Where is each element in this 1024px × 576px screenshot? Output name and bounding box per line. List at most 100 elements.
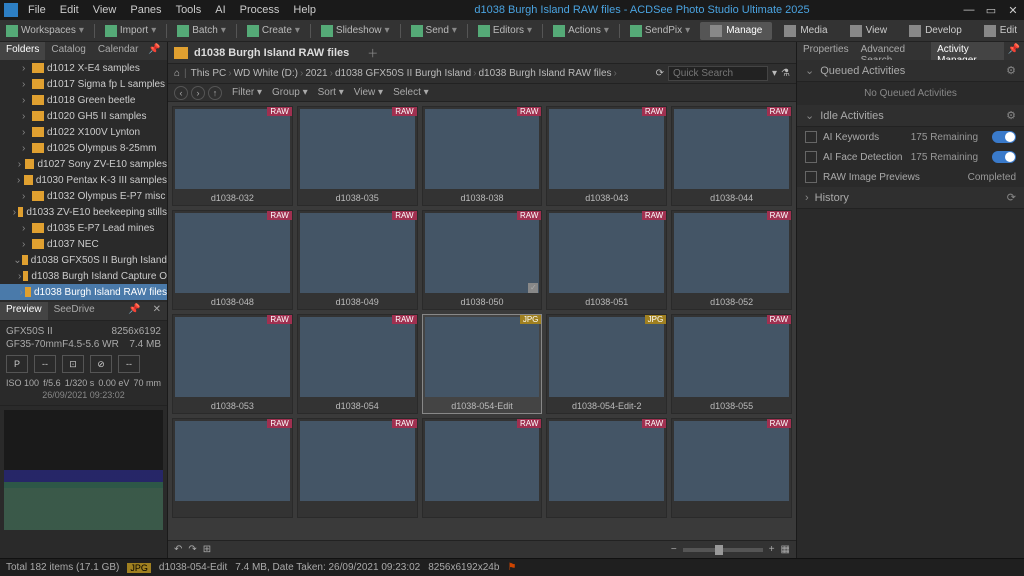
tree-folder[interactable]: ›d1033 ZV-E10 beekeeping stills (0, 204, 167, 220)
pin-icon[interactable]: 📌 (144, 42, 164, 60)
tab-preview[interactable]: Preview (0, 302, 48, 320)
thumbnail-card[interactable]: RAWd1038-055 (671, 314, 792, 414)
add-tab-button[interactable]: ＋ (367, 45, 378, 61)
thumbnail-grid[interactable]: RAWd1038-032RAWd1038-035RAWd1038-038RAWd… (168, 102, 796, 540)
activity-toggle[interactable] (992, 151, 1016, 163)
filter-view[interactable]: View ▾ (354, 87, 383, 98)
nav-back-button[interactable]: ‹ (174, 86, 188, 100)
thumbnail-card[interactable]: RAW (422, 418, 543, 518)
breadcrumb-item[interactable]: d1038 GFX50S II Burgh Island (335, 68, 471, 79)
breadcrumb-item[interactable]: d1038 Burgh Island RAW files (479, 68, 612, 79)
status-flag-icon[interactable]: ⚑ (507, 562, 516, 573)
tree-folder[interactable]: ›d1017 Sigma fp L samples (0, 76, 167, 92)
tab-calendar[interactable]: Calendar (92, 42, 145, 60)
toolbar-send[interactable]: Send ▾ (411, 25, 457, 37)
mode-develop[interactable]: Develop (899, 22, 972, 40)
tree-folder[interactable]: ›d1038 Burgh Island Capture O (0, 268, 167, 284)
rotate-right-icon[interactable]: ↷ (188, 544, 196, 555)
thumbnail-card[interactable]: JPGd1038-054-Edit (422, 314, 543, 414)
pin-icon[interactable]: 📌 (122, 302, 146, 320)
zoom-in-icon[interactable]: + (769, 544, 775, 555)
layout-icon[interactable]: ▦ (781, 544, 790, 555)
toolbar-editors[interactable]: Editors ▾ (478, 25, 532, 37)
folder-tree[interactable]: ›d1012 X-E4 samples›d1017 Sigma fp L sam… (0, 60, 167, 302)
thumbnail-card[interactable]: RAWd1038-043 (546, 106, 667, 206)
filter-icon[interactable]: ⚗ (781, 68, 790, 79)
breadcrumb-item[interactable]: This PC (191, 68, 227, 79)
thumbnail-card[interactable]: RAW (546, 418, 667, 518)
toolbar-actions[interactable]: Actions ▾ (553, 25, 609, 37)
refresh-icon[interactable]: ⟳ (656, 68, 664, 79)
close-panel-icon[interactable]: ✕ (147, 302, 167, 320)
tree-folder[interactable]: ›d1032 Olympus E-P7 misc (0, 188, 167, 204)
tab-properties[interactable]: Properties (797, 42, 855, 60)
thumbnail-card[interactable]: RAWd1038-035 (297, 106, 418, 206)
search-options-icon[interactable]: ▾ (772, 68, 777, 79)
thumbnail-card[interactable]: RAWd1038-049 (297, 210, 418, 310)
idle-activities-header[interactable]: ⌄ Idle Activities ⚙ (797, 105, 1024, 127)
history-header[interactable]: › History ⟳ (797, 187, 1024, 209)
tab-advanced-search[interactable]: Advanced Search (855, 42, 932, 60)
tree-folder[interactable]: ›d1037 NEC (0, 236, 167, 252)
mode-view[interactable]: View (840, 22, 898, 40)
menu-edit[interactable]: Edit (54, 2, 85, 18)
tree-folder[interactable]: ›d1025 Olympus 8-25mm (0, 140, 167, 156)
search-input[interactable] (668, 66, 768, 81)
toolbar-sendpix[interactable]: SendPix ▾ (630, 25, 690, 37)
maximize-button[interactable]: ▭ (984, 4, 998, 17)
tree-folder[interactable]: ›d1038 Burgh Island RAW files (0, 284, 167, 300)
breadcrumb-item[interactable]: 2021 (305, 68, 327, 79)
gear-icon[interactable]: ⚙ (1006, 109, 1016, 122)
tab-seedrive[interactable]: SeeDrive (48, 302, 101, 320)
tab-folders[interactable]: Folders (0, 42, 45, 60)
tree-folder[interactable]: ›d1020 GH5 II samples (0, 108, 167, 124)
compare-icon[interactable]: ⊞ (203, 544, 211, 555)
thumbnail-card[interactable]: RAWd1038-052 (671, 210, 792, 310)
filter-filter[interactable]: Filter ▾ (232, 87, 262, 98)
menu-process[interactable]: Process (234, 2, 286, 18)
thumbnail-card[interactable]: JPGd1038-054-Edit-2 (546, 314, 667, 414)
thumbnail-card[interactable]: RAW✓d1038-050 (422, 210, 543, 310)
filter-sort[interactable]: Sort ▾ (318, 87, 344, 98)
pin-icon[interactable]: 📌 (1004, 42, 1024, 60)
thumbnail-card[interactable]: RAWd1038-053 (172, 314, 293, 414)
close-button[interactable]: ✕ (1006, 4, 1020, 17)
toolbar-batch[interactable]: Batch ▾ (177, 25, 226, 37)
nav-forward-button[interactable]: › (191, 86, 205, 100)
activity-toggle[interactable] (992, 131, 1016, 143)
thumbnail-card[interactable]: RAWd1038-032 (172, 106, 293, 206)
nav-up-button[interactable]: ↑ (208, 86, 222, 100)
menu-ai[interactable]: AI (209, 2, 231, 18)
tree-folder[interactable]: ›d1018 Green beetle (0, 92, 167, 108)
filter-group[interactable]: Group ▾ (272, 87, 308, 98)
gear-icon[interactable]: ⚙ (1006, 64, 1016, 77)
tab-catalog[interactable]: Catalog (45, 42, 91, 60)
thumbnail-card[interactable]: RAWd1038-038 (422, 106, 543, 206)
thumbnail-size-slider[interactable] (683, 548, 763, 552)
tree-folder[interactable]: ⌄d1038 GFX50S II Burgh Island (0, 252, 167, 268)
tree-folder[interactable]: ›d1030 Pentax K-3 III samples (0, 172, 167, 188)
mode-media[interactable]: Media (774, 22, 837, 40)
thumbnail-card[interactable]: RAWd1038-051 (546, 210, 667, 310)
mode-edit[interactable]: Edit (974, 22, 1024, 40)
minimize-button[interactable]: — (962, 4, 976, 17)
rotate-left-icon[interactable]: ↶ (174, 544, 182, 555)
thumbnail-card[interactable]: RAWd1038-044 (671, 106, 792, 206)
mode-manage[interactable]: Manage (700, 22, 772, 40)
tree-folder[interactable]: ›d1027 Sony ZV-E10 samples (0, 156, 167, 172)
refresh-icon[interactable]: ⟳ (1007, 191, 1016, 204)
thumbnail-card[interactable]: RAW (671, 418, 792, 518)
breadcrumb-item[interactable]: WD White (D:) (234, 68, 298, 79)
menu-tools[interactable]: Tools (170, 2, 208, 18)
tree-folder[interactable]: ›d1035 E-P7 Lead mines (0, 220, 167, 236)
zoom-out-icon[interactable]: − (671, 544, 677, 555)
menu-view[interactable]: View (87, 2, 123, 18)
menu-panes[interactable]: Panes (124, 2, 167, 18)
thumbnail-card[interactable]: RAW (297, 418, 418, 518)
toolbar-workspaces[interactable]: Workspaces ▾ (6, 25, 84, 37)
toolbar-slideshow[interactable]: Slideshow ▾ (321, 25, 390, 37)
menu-file[interactable]: File (22, 2, 52, 18)
tree-folder[interactable]: ›d1012 X-E4 samples (0, 60, 167, 76)
tab-activity-manager[interactable]: Activity Manager (931, 42, 1003, 60)
toolbar-import[interactable]: Import ▾ (105, 25, 156, 37)
